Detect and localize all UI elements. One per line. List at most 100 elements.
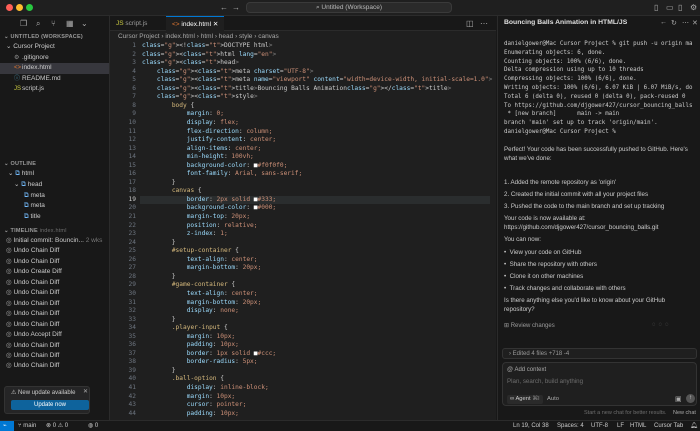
encoding[interactable]: UTF-8 <box>591 421 608 431</box>
problems-indicator[interactable]: ⊗ 0 ⚠ 0 <box>46 421 68 431</box>
tab-index-html[interactable]: <> index.html ✕ <box>166 16 225 31</box>
code-line[interactable]: z-index: 1; <box>142 230 228 237</box>
code-line[interactable]: class="g"><class="t">style> <box>142 93 258 100</box>
outline-header[interactable]: ⌄ OUTLINE <box>4 161 36 167</box>
code-line[interactable]: class="g"><class="t">head> <box>142 59 239 66</box>
code-line[interactable]: border: 2px solid ■#333; <box>142 196 276 203</box>
outline-item[interactable]: ⌄ ⧉ html <box>0 169 109 180</box>
code-line[interactable]: text-align: center; <box>142 290 258 297</box>
split-editor-icon[interactable]: ◫ <box>466 19 474 28</box>
ports-indicator[interactable]: ◍ 0 <box>88 421 98 431</box>
add-context-button[interactable]: @ Add context <box>507 367 546 373</box>
code-line[interactable]: } <box>142 367 176 374</box>
language-mode[interactable]: HTML <box>630 421 646 431</box>
forward-arrow-icon[interactable]: → <box>232 3 240 13</box>
code-line[interactable]: margin-bottom: 20px; <box>142 264 262 271</box>
code-line[interactable]: margin-bottom: 20px; <box>142 299 262 306</box>
agent-mode-select[interactable]: ∞ Agent ⌘I <box>507 395 543 404</box>
code-line[interactable]: class="g"><class="t">title>Bouncing Ball… <box>142 85 451 92</box>
outline-item[interactable]: ⌄ ⧉ head <box>0 180 109 191</box>
breadcrumb-item[interactable]: canvas <box>258 33 279 40</box>
more-actions-icon[interactable]: ⋯ <box>682 19 689 27</box>
file-index-html[interactable]: <>index.html <box>0 63 109 74</box>
new-chat-button[interactable]: New chat <box>673 410 696 416</box>
image-icon[interactable]: ▣ <box>675 395 682 403</box>
chevron-down-icon[interactable]: ⌄ <box>81 19 88 28</box>
toggle-sidebar-icon[interactable]: ▯ <box>654 3 658 13</box>
model-select[interactable]: Auto <box>547 395 559 404</box>
code-line[interactable]: background-color: ■#000; <box>142 204 276 211</box>
history-icon[interactable]: ↻ <box>671 19 677 27</box>
breadcrumb-item[interactable]: Cursor Project <box>118 33 160 40</box>
send-icon[interactable]: ↑ <box>686 394 695 403</box>
breadcrumb-item[interactable]: index.html <box>165 33 195 40</box>
code-line[interactable]: border: 1px solid ■#ccc; <box>142 350 276 357</box>
timeline-item[interactable]: ◎ Undo Chain Diff <box>0 278 109 289</box>
code-line[interactable]: justify-content: center; <box>142 136 276 143</box>
code-line[interactable]: canvas { <box>142 187 202 194</box>
code-line[interactable]: .player-input { <box>142 324 228 331</box>
close-icon[interactable]: ✕ <box>213 21 218 28</box>
code-line[interactable]: class="g"><!class="t">DOCTYPE html> <box>142 42 272 49</box>
source-control-icon[interactable]: ⑂ <box>51 19 56 28</box>
notifications-bell-icon[interactable]: 🔔︎ <box>690 421 698 431</box>
code-line[interactable]: margin: 10px; <box>142 333 235 340</box>
edited-files-summary[interactable]: › Edited 4 files +718 -4 <box>502 348 697 359</box>
code-line[interactable]: border-radius: 5px; <box>142 358 258 365</box>
file-readme[interactable]: ⓘ README.md <box>0 74 109 85</box>
code-line[interactable]: class="g"><class="t">meta name="viewport… <box>142 76 492 83</box>
more-actions-icon[interactable]: ⋯ <box>480 19 488 28</box>
code-line[interactable]: display: flex; <box>142 119 239 126</box>
code-line[interactable]: body { <box>142 102 194 109</box>
breadcrumb-item[interactable]: style <box>239 33 252 40</box>
code-line[interactable]: } <box>142 239 176 246</box>
timeline-item[interactable]: ◎ Undo Chain Diff <box>0 361 109 372</box>
code-line[interactable]: .ball-option { <box>142 375 224 382</box>
timeline-item[interactable]: ◎ Undo Chain Diff <box>0 320 109 331</box>
close-icon[interactable]: ✕ <box>692 19 698 27</box>
timeline-header[interactable]: ⌄ TIMELINE index.html <box>4 228 67 234</box>
code-line[interactable]: align-items: center; <box>142 145 262 152</box>
explorer-header[interactable]: ⌄ UNTITLED (WORKSPACE) <box>4 34 83 40</box>
breadcrumb-item[interactable]: head <box>219 33 233 40</box>
code-line[interactable]: padding: 10px; <box>142 410 239 417</box>
timeline-item[interactable]: ◎ Undo Chain Diff <box>0 341 109 352</box>
timeline-item[interactable]: ◎ Undo Chain Diff <box>0 288 109 299</box>
back-arrow-icon[interactable]: ← <box>660 19 667 26</box>
code-line[interactable]: padding: 10px; <box>142 341 239 348</box>
minimize-window-button[interactable] <box>16 4 23 11</box>
toggle-panel-icon[interactable]: ▭ <box>666 3 674 13</box>
code-line[interactable]: position: relative; <box>142 222 258 229</box>
chat-input[interactable]: Plan, search, build anything <box>507 378 583 385</box>
code-line[interactable]: } <box>142 316 176 323</box>
repo-url-link[interactable]: https://github.com/djgower427/cursor_bou… <box>504 224 697 233</box>
code-line[interactable]: cursor: pointer; <box>142 401 247 408</box>
code-line[interactable]: display: inline-block; <box>142 384 269 391</box>
branch-indicator[interactable]: ⑂ main <box>18 421 36 431</box>
outline-item[interactable]: ⧉ title <box>0 212 109 223</box>
timeline-item[interactable]: ◎ Undo Chain Diff <box>0 246 109 257</box>
close-window-button[interactable] <box>6 4 13 11</box>
timeline-item[interactable]: ◎ Undo Chain Diff <box>0 309 109 320</box>
line-ending[interactable]: LF <box>617 421 624 431</box>
outline-item[interactable]: ⧉ meta <box>0 191 109 202</box>
indentation[interactable]: Spaces: 4 <box>557 421 584 431</box>
timeline-item[interactable]: ◎ Undo Accept Diff <box>0 330 109 341</box>
code-editor[interactable]: 1 class="g"><!class="t">DOCTYPE html> 2 cla… <box>110 42 496 420</box>
search-icon[interactable]: ⌕ <box>36 19 40 29</box>
command-center[interactable]: ⌕ Untitled (Workspace) <box>246 2 452 13</box>
code-line[interactable]: margin: 10px; <box>142 393 235 400</box>
code-line[interactable]: font-family: Arial, sans-serif; <box>142 170 303 177</box>
code-line[interactable]: margin-top: 20px; <box>142 213 250 220</box>
code-line[interactable]: text-align: center; <box>142 256 258 263</box>
review-changes-button[interactable]: ⊞ Review changes <box>504 322 555 329</box>
timeline-item[interactable]: ◎ Undo Chain Diff <box>0 257 109 268</box>
folder-cursor-project[interactable]: ⌄ Cursor Project <box>0 42 109 53</box>
code-line[interactable]: min-height: 100vh; <box>142 153 254 160</box>
file-gitignore[interactable]: ⚙ .gitignore <box>0 53 109 64</box>
code-line[interactable]: flex-direction: column; <box>142 128 273 135</box>
breadcrumb-item[interactable]: html <box>201 33 213 40</box>
code-line[interactable]: #setup-container { <box>142 247 239 254</box>
maximize-window-button[interactable] <box>26 4 33 11</box>
tab-script-js[interactable]: JS script.js <box>110 16 153 31</box>
